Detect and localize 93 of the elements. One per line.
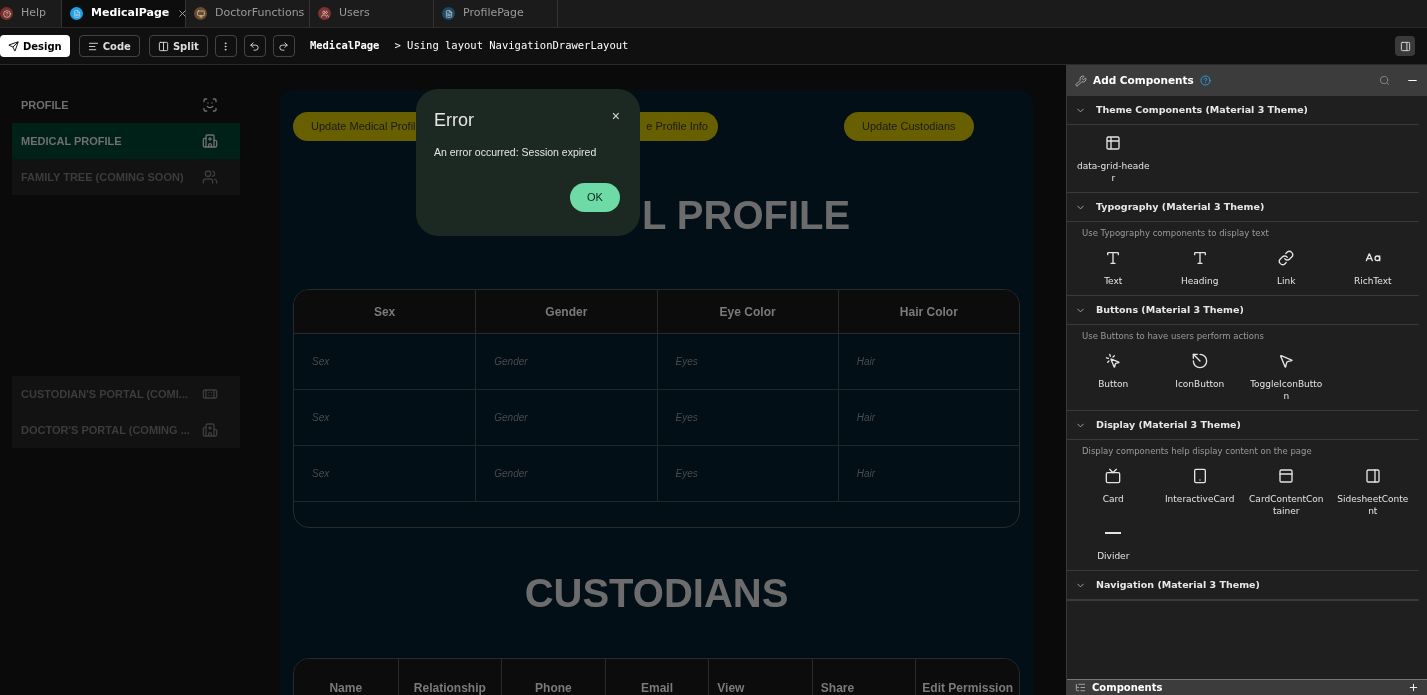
component-tile[interactable]: IconButton — [1156, 352, 1243, 403]
wrench-icon — [1075, 74, 1087, 87]
column-header: Phone — [535, 680, 572, 695]
panel-toggle-button[interactable] — [1395, 36, 1415, 56]
panel-title: Add Components — [1093, 72, 1194, 88]
component-tile[interactable]: Button — [1070, 352, 1157, 403]
drawer-item-icon — [202, 133, 218, 149]
mode-button[interactable]: Split — [148, 35, 208, 57]
table-input[interactable]: Eyes — [675, 410, 820, 425]
section-heading: L PROFILE — [642, 192, 851, 239]
section-header[interactable]: Navigation (Material 3 Theme) — [1067, 571, 1419, 601]
search-icon[interactable] — [1379, 75, 1390, 86]
section-header[interactable]: Buttons (Material 3 Theme) — [1067, 296, 1419, 326]
add-icon[interactable] — [1408, 682, 1419, 693]
table-input[interactable]: Sex — [312, 354, 458, 369]
editor-tab[interactable]: MedicalPage — [62, 0, 186, 27]
breadcrumb-page: MedicalPage — [309, 38, 380, 54]
breadcrumb-layout: > Using layout NavigationDrawerLayout — [394, 38, 629, 54]
component-icon — [1105, 135, 1122, 151]
component-tile[interactable]: SidesheetContent — [1329, 467, 1416, 518]
component-tile[interactable]: Text — [1070, 250, 1157, 288]
column-header: Share — [820, 680, 855, 695]
section-description: Use Buttons to have users perform actions — [1081, 330, 1265, 343]
column-header: View — [717, 680, 745, 695]
component-icon — [1105, 250, 1122, 267]
section-description: Display components help display content on the page — [1081, 445, 1313, 458]
editor-tab[interactable]: Users — [310, 0, 434, 27]
column-header: Relationship — [413, 680, 486, 695]
table-input[interactable]: Sex — [312, 410, 458, 425]
column-header: Eye Color — [719, 303, 776, 321]
component-tile[interactable]: InteractiveCard — [1156, 467, 1243, 518]
column-header: Name — [329, 680, 363, 695]
close-button[interactable]: × — [611, 109, 620, 123]
table-input[interactable]: Gender — [494, 466, 639, 481]
table-input[interactable]: Gender — [494, 410, 639, 425]
column-header: Sex — [373, 303, 396, 321]
mode-icon — [8, 40, 19, 52]
component-tile[interactable]: data-grid-header — [1070, 135, 1157, 185]
help-icon[interactable] — [1199, 75, 1211, 86]
table-input[interactable]: Hair — [856, 410, 1001, 425]
component-icon — [1191, 250, 1208, 267]
drawer-item-icon — [202, 97, 218, 113]
section-header[interactable]: Theme Components (Material 3 Theme) — [1067, 96, 1419, 125]
ok-button[interactable]: OK — [570, 182, 620, 212]
drawer-item-icon — [202, 169, 218, 185]
component-tile[interactable]: Divider — [1070, 525, 1157, 563]
component-icon — [1278, 352, 1295, 369]
editor-tab[interactable]: ProfilePage — [434, 0, 558, 27]
panel-icon — [1399, 40, 1411, 52]
column-header: Edit Permission — [922, 680, 1014, 695]
close-icon[interactable] — [177, 8, 189, 19]
mode-icon — [157, 40, 169, 52]
undo-button[interactable] — [243, 35, 266, 57]
tree-icon — [1075, 682, 1086, 693]
line-icon — [1105, 532, 1122, 535]
component-tile[interactable]: Heading — [1156, 250, 1243, 288]
redo-icon — [278, 40, 290, 52]
component-icon — [1191, 352, 1208, 369]
table-input[interactable]: Gender — [494, 354, 639, 369]
component-icon — [1278, 250, 1295, 267]
table-input[interactable]: Hair — [856, 466, 1001, 481]
column-header: Hair Color — [899, 303, 958, 321]
column-header: Gender — [545, 303, 588, 321]
table-input[interactable]: Eyes — [675, 354, 820, 369]
component-tile[interactable]: ToggleIconButton — [1243, 352, 1330, 403]
undo-icon — [249, 40, 261, 52]
section-heading: CUSTODIANS — [524, 570, 789, 617]
editor-tab[interactable]: DoctorFunctions — [186, 0, 310, 27]
table-input[interactable]: Eyes — [675, 466, 820, 481]
table-input[interactable]: Sex — [312, 466, 458, 481]
panel-title: Components — [1092, 682, 1163, 694]
component-tile[interactable]: Link — [1243, 250, 1330, 288]
column-header: Email — [641, 680, 673, 695]
component-icon — [1105, 352, 1122, 369]
component-tile[interactable]: RichText — [1329, 250, 1416, 288]
redo-button[interactable] — [272, 35, 295, 57]
drawer-item-icon — [202, 386, 218, 402]
component-tile[interactable]: CardContentContainer — [1243, 467, 1330, 518]
mode-button[interactable]: Design — [0, 35, 70, 57]
drawer-item[interactable]: PROFILE — [12, 87, 240, 123]
mode-icon — [87, 40, 99, 52]
drawer-item-icon — [202, 422, 218, 438]
component-icon — [1278, 467, 1295, 484]
mode-button[interactable]: Code — [78, 35, 140, 57]
component-tile[interactable]: Card — [1070, 467, 1157, 518]
section-header[interactable]: Display (Material 3 Theme) — [1067, 411, 1419, 441]
section-header[interactable]: Typography (Material 3 Theme) — [1067, 193, 1419, 223]
component-icon — [1364, 467, 1381, 484]
dialog-message: An error occurred: Session expired — [434, 145, 598, 160]
section-description: Use Typography components to display text — [1081, 227, 1270, 241]
component-icon — [1191, 467, 1208, 484]
component-icon — [1105, 467, 1122, 484]
table-input[interactable]: Hair — [856, 354, 1001, 369]
